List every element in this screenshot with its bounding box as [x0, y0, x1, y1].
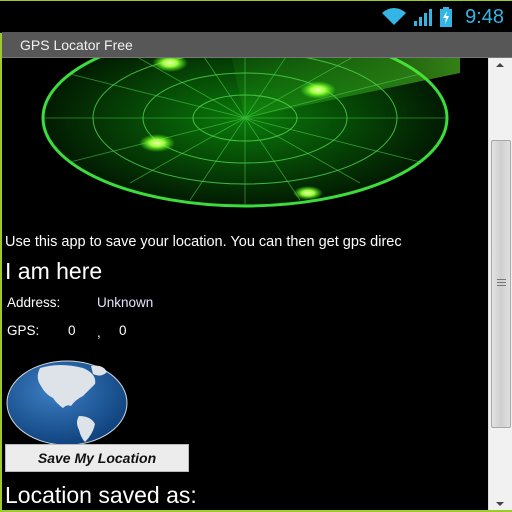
gps-separator: , [97, 325, 101, 340]
battery-charging-icon [440, 7, 453, 27]
gps-longitude: 0 [119, 323, 127, 338]
signal-icon [414, 9, 433, 26]
radar-blip [293, 186, 323, 200]
wifi-icon [382, 8, 407, 25]
save-my-location-button[interactable]: Save My Location [5, 444, 189, 472]
app-title-bar: GPS Locator Free [2, 32, 512, 58]
vertical-scrollbar[interactable] [488, 58, 512, 510]
grip-line [497, 282, 506, 283]
scroll-down-arrow-icon[interactable] [496, 502, 504, 506]
gps-latitude: 0 [68, 323, 76, 338]
radar-blip [300, 81, 336, 99]
grip-line [497, 285, 506, 286]
app-title: GPS Locator Free [20, 37, 133, 53]
status-icons: 9:48 [381, 5, 504, 29]
radar-blip [139, 134, 175, 152]
status-bar: 9:48 [0, 0, 512, 33]
grip-line [497, 279, 506, 280]
scrollbar-thumb[interactable] [491, 140, 511, 428]
gps-label: GPS: [7, 323, 40, 338]
main-content: Use this app to save your location. You … [2, 58, 488, 510]
location-saved-heading: Location saved as: [5, 482, 197, 508]
i-am-here-heading: I am here [5, 258, 103, 284]
globe-graphic [6, 360, 128, 446]
scroll-up-arrow-icon[interactable] [496, 63, 504, 67]
radar-graphic [41, 58, 460, 208]
status-clock: 9:48 [465, 5, 504, 28]
address-label: Address: [7, 295, 61, 310]
intro-text: Use this app to save your location. You … [5, 234, 402, 250]
address-value: Unknown [97, 295, 154, 310]
